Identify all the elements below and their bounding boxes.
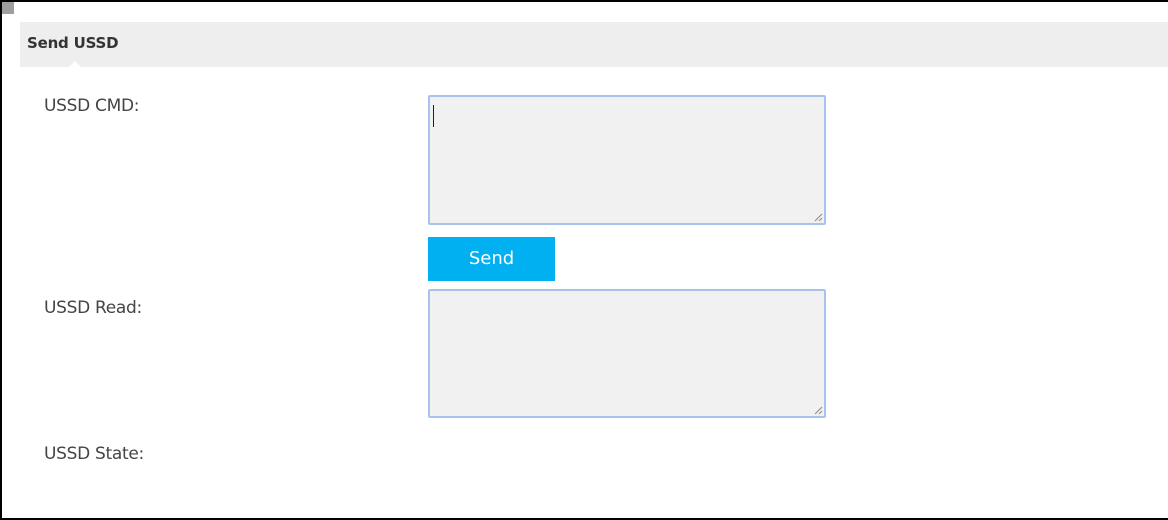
resize-grip-icon[interactable] (814, 406, 823, 415)
ussd-state-label: USSD State: (44, 444, 144, 464)
text-caret (433, 105, 434, 127)
resize-grip-icon[interactable] (814, 213, 823, 222)
section-title: Send USSD (27, 34, 119, 52)
corner-marker (2, 2, 14, 14)
ussd-cmd-textarea[interactable] (428, 95, 826, 225)
ussd-read-label: USSD Read: (44, 298, 142, 318)
ussd-read-textarea[interactable] (428, 289, 826, 418)
header-notch (69, 61, 81, 67)
send-button[interactable]: Send (428, 237, 555, 281)
section-header: Send USSD (20, 22, 1168, 67)
ussd-cmd-label: USSD CMD: (44, 96, 140, 116)
page-frame (0, 0, 1168, 520)
